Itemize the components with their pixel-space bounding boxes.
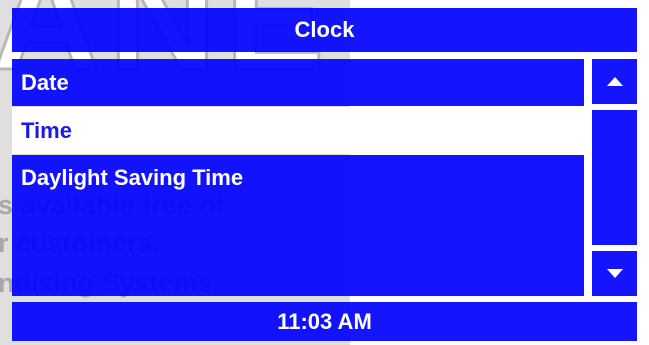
triangle-up-icon xyxy=(606,77,623,86)
page-title: Clock xyxy=(294,17,355,42)
menu-item-time[interactable]: Time xyxy=(12,107,584,154)
scrollbar-track[interactable] xyxy=(592,110,637,245)
status-bar: 11:03 AM xyxy=(12,302,637,341)
current-time: 11:03 AM xyxy=(277,308,372,334)
clock-screen: Clock Date Time Daylight Saving Time 11:… xyxy=(0,0,649,345)
menu-item-label: Daylight Saving Time xyxy=(21,165,244,190)
menu-item-date[interactable]: Date xyxy=(12,59,584,106)
triangle-down-icon xyxy=(606,269,623,278)
menu-item-label: Date xyxy=(21,69,69,95)
scroll-up-button[interactable] xyxy=(592,59,637,104)
title-bar: Clock xyxy=(12,8,637,52)
menu-item-label: Time xyxy=(21,117,72,143)
scroll-down-button[interactable] xyxy=(592,251,637,296)
menu-item-daylight-saving-time[interactable]: Daylight Saving Time xyxy=(12,155,584,296)
